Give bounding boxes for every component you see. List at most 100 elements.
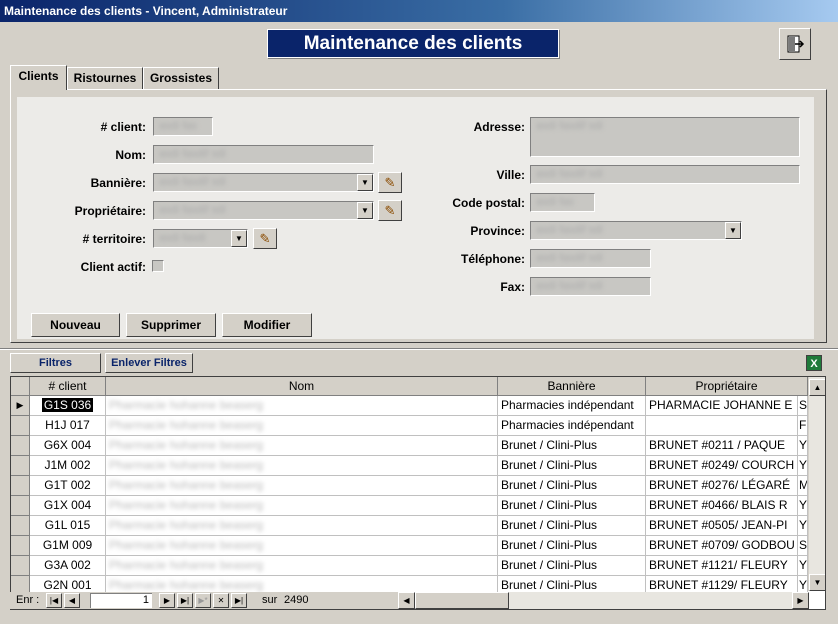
cell-nom[interactable]: Pharmacie hohanne beaserg: [106, 536, 498, 556]
province-dropdown-button[interactable]: ▼: [725, 222, 741, 239]
territoire-dropdown-button[interactable]: ▼: [231, 230, 247, 247]
tab-grossistes[interactable]: Grossistes: [143, 67, 219, 89]
first-record-button[interactable]: |◀: [46, 593, 62, 608]
table-row[interactable]: G1M 009 Pharmacie hohanne beaserg Brunet /…: [11, 536, 808, 556]
row-selector[interactable]: [11, 516, 30, 536]
cell-banniere[interactable]: Pharmacies indépendant: [498, 396, 646, 416]
cell-client[interactable]: G1X 004: [30, 496, 106, 516]
column-header-nom[interactable]: Nom: [106, 377, 498, 396]
cell-nom[interactable]: Pharmacie hohanne beaserg: [106, 496, 498, 516]
cell-banniere[interactable]: Brunet / Clini-Plus: [498, 436, 646, 456]
row-selector[interactable]: [11, 476, 30, 496]
row-selector[interactable]: ▶: [11, 396, 30, 416]
cell-overflow[interactable]: Y: [798, 456, 808, 476]
cell-proprietaire[interactable]: BRUNET #0276/ LÉGARÉ: [646, 476, 798, 496]
row-selector[interactable]: [11, 436, 30, 456]
cell-overflow[interactable]: F: [798, 416, 808, 436]
banniere-dropdown-button[interactable]: ▼: [357, 174, 373, 191]
table-row[interactable]: G6X 004 Pharmacie hohanne beaserg Brunet /…: [11, 436, 808, 456]
table-row[interactable]: G1T 002 Pharmacie hohanne beaserg Brunet /…: [11, 476, 808, 496]
cell-overflow[interactable]: Y: [798, 516, 808, 536]
cell-proprietaire[interactable]: BRUNET #0249/ COURCH: [646, 456, 798, 476]
table-row[interactable]: ▶ G1S 036 Pharmacie hohanne beaserg Pharmac…: [11, 396, 808, 416]
cell-banniere[interactable]: Brunet / Clini-Plus: [498, 456, 646, 476]
cell-overflow[interactable]: S: [798, 396, 808, 416]
cell-overflow[interactable]: M: [798, 476, 808, 496]
cell-banniere[interactable]: Brunet / Clini-Plus: [498, 536, 646, 556]
filtres-button[interactable]: Filtres: [10, 353, 101, 373]
modifier-button[interactable]: Modifier: [222, 313, 312, 337]
tab-clients[interactable]: Clients: [10, 65, 67, 90]
tab-ristournes[interactable]: Ristournes: [67, 67, 143, 89]
cell-proprietaire[interactable]: [646, 416, 798, 436]
ville-field[interactable]: asdi fasdif sdi: [530, 165, 800, 184]
cell-client[interactable]: G6X 004: [30, 436, 106, 456]
province-combo[interactable]: asdi fasdif sdi: [530, 221, 742, 240]
cell-overflow[interactable]: Y: [798, 436, 808, 456]
excel-export-icon[interactable]: X: [806, 355, 822, 371]
scroll-right-button[interactable]: ▶: [792, 592, 809, 609]
row-selector[interactable]: [11, 456, 30, 476]
table-row[interactable]: G3A 002 Pharmacie hohanne beaserg Brunet /…: [11, 556, 808, 576]
scroll-left-button[interactable]: ◀: [398, 592, 415, 609]
cell-client[interactable]: H1J 017: [30, 416, 106, 436]
cell-nom[interactable]: Pharmacie hohanne beaserg: [106, 456, 498, 476]
proprietaire-edit-button[interactable]: ✎: [378, 200, 402, 221]
cell-proprietaire[interactable]: BRUNET #0709/ GODBOU: [646, 536, 798, 556]
cell-banniere[interactable]: Brunet / Clini-Plus: [498, 516, 646, 536]
cell-banniere[interactable]: Brunet / Clini-Plus: [498, 496, 646, 516]
cell-proprietaire[interactable]: BRUNET #0466/ BLAIS R: [646, 496, 798, 516]
row-selector[interactable]: [11, 556, 30, 576]
banniere-combo[interactable]: asdi fasdif sdi: [153, 173, 374, 192]
table-row[interactable]: G1L 015 Pharmacie hohanne beaserg Brunet /…: [11, 516, 808, 536]
cell-nom[interactable]: Pharmacie hohanne beaserg: [106, 476, 498, 496]
cell-client[interactable]: J1M 002: [30, 456, 106, 476]
clients-datasheet[interactable]: # client Nom Bannière Propriétaire ▶ G1S …: [10, 376, 826, 610]
cell-overflow[interactable]: Y: [798, 556, 808, 576]
proprietaire-combo[interactable]: asdi fasdif sdi: [153, 201, 374, 220]
row-selector[interactable]: [11, 496, 30, 516]
cell-client[interactable]: G1S 036: [30, 396, 106, 416]
cell-banniere[interactable]: Brunet / Clini-Plus: [498, 476, 646, 496]
cell-nom[interactable]: Pharmacie hohanne beaserg: [106, 436, 498, 456]
record-number-input[interactable]: 1: [90, 593, 152, 608]
code-postal-field[interactable]: asdi fas: [530, 193, 595, 212]
horizontal-scrollbar[interactable]: ◀ ▶: [398, 592, 809, 609]
supprimer-button[interactable]: Supprimer: [126, 313, 216, 337]
nom-field[interactable]: asdi fasdif sdi: [153, 145, 374, 164]
vertical-scrollbar[interactable]: ▲ ▼: [808, 377, 825, 591]
scroll-thumb[interactable]: [415, 592, 509, 609]
column-header-client[interactable]: # client: [30, 377, 106, 396]
cell-nom[interactable]: Pharmacie hohanne beaserg: [106, 416, 498, 436]
cell-nom[interactable]: Pharmacie hohanne beaserg: [106, 516, 498, 536]
next-record-button[interactable]: ▶: [159, 593, 175, 608]
cell-proprietaire[interactable]: BRUNET #0505/ JEAN-PI: [646, 516, 798, 536]
cell-proprietaire[interactable]: BRUNET #0211 / PAQUE: [646, 436, 798, 456]
delete-record-button[interactable]: ✕: [213, 593, 229, 608]
cell-banniere[interactable]: Pharmacies indépendant: [498, 416, 646, 436]
row-selector[interactable]: [11, 536, 30, 556]
cell-nom[interactable]: Pharmacie hohanne beaserg: [106, 396, 498, 416]
new-record-button[interactable]: ▶*: [195, 593, 211, 608]
adresse-field[interactable]: asdi fasdif sdi: [530, 117, 800, 157]
cell-client[interactable]: G3A 002: [30, 556, 106, 576]
banniere-edit-button[interactable]: ✎: [378, 172, 402, 193]
row-selector[interactable]: [11, 416, 30, 436]
last-record-button[interactable]: ▶|: [177, 593, 193, 608]
column-header-proprietaire[interactable]: Propriétaire: [646, 377, 808, 396]
column-header-banniere[interactable]: Bannière: [498, 377, 646, 396]
territoire-edit-button[interactable]: ✎: [253, 228, 277, 249]
scroll-down-button[interactable]: ▼: [809, 574, 825, 591]
cell-proprietaire[interactable]: PHARMACIE JOHANNE E: [646, 396, 798, 416]
goto-last-button[interactable]: ▶|: [231, 593, 247, 608]
cell-overflow[interactable]: S: [798, 536, 808, 556]
nouveau-button[interactable]: Nouveau: [31, 313, 120, 337]
cell-proprietaire[interactable]: BRUNET #1121/ FLEURY: [646, 556, 798, 576]
exit-button[interactable]: [779, 28, 811, 60]
cell-client[interactable]: G1M 009: [30, 536, 106, 556]
enlever-filtres-button[interactable]: Enlever Filtres: [105, 353, 193, 373]
telephone-field[interactable]: asdi fasdif sdi: [530, 249, 651, 268]
table-row[interactable]: G1X 004 Pharmacie hohanne beaserg Brunet /…: [11, 496, 808, 516]
cell-overflow[interactable]: Y: [798, 496, 808, 516]
scroll-up-button[interactable]: ▲: [809, 379, 825, 396]
